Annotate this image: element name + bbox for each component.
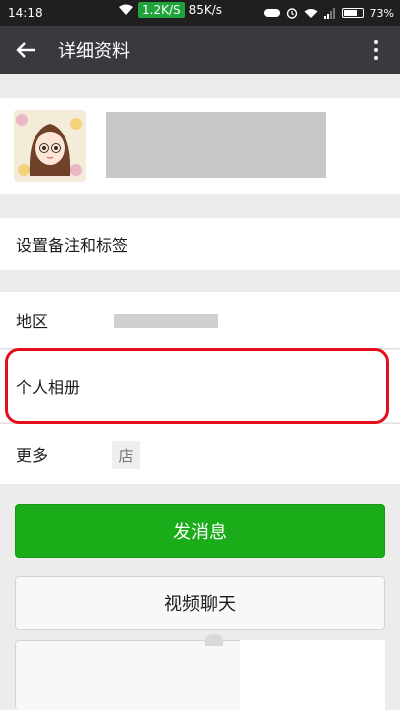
more-label: 更多: [16, 446, 49, 465]
highlight-annotation: [5, 348, 389, 424]
title-bar: 详细资料: [0, 26, 400, 74]
status-icons: 73%: [263, 0, 394, 26]
more-row[interactable]: 更多 店: [0, 424, 400, 484]
region-row: 地区: [0, 292, 400, 348]
third-button-icon: [205, 634, 223, 646]
alarm-icon: [286, 8, 297, 19]
page-title: 详细资料: [58, 41, 130, 62]
wifi-icon: [119, 4, 133, 15]
speed-badge: 1.2K/S: [138, 2, 185, 18]
region-label: 地区: [16, 312, 49, 331]
more-vertical-icon[interactable]: [366, 36, 386, 64]
avatar-image: [14, 110, 86, 182]
speed-secondary: 85K/s: [188, 3, 223, 17]
wifi-icon: [304, 8, 318, 18]
status-bar: 14:18 1.2K/S 85K/s 73%: [0, 0, 400, 26]
store-glyph: 店: [118, 446, 134, 465]
redaction-overlay: [240, 640, 385, 710]
battery-icon: [341, 8, 364, 18]
set-remark-label: 设置备注和标签: [16, 236, 129, 255]
battery-percent: 73%: [369, 6, 394, 20]
status-network: 1.2K/S 85K/s: [118, 2, 222, 18]
back-button[interactable]: [0, 26, 52, 74]
set-remark-row[interactable]: 设置备注和标签: [0, 218, 400, 270]
back-arrow-icon: [16, 42, 35, 58]
signal-icon: [323, 7, 335, 19]
vpn-icon: [263, 9, 280, 17]
send-message-button[interactable]: 发消息: [15, 504, 385, 558]
region-value-redacted: [114, 314, 218, 328]
profile-card: [0, 98, 400, 194]
profile-name-redacted: [106, 112, 326, 178]
status-time: 14:18: [8, 6, 43, 20]
store-icon: 店: [112, 441, 140, 469]
video-chat-button[interactable]: 视频聊天: [15, 576, 385, 630]
avatar[interactable]: [14, 110, 86, 182]
